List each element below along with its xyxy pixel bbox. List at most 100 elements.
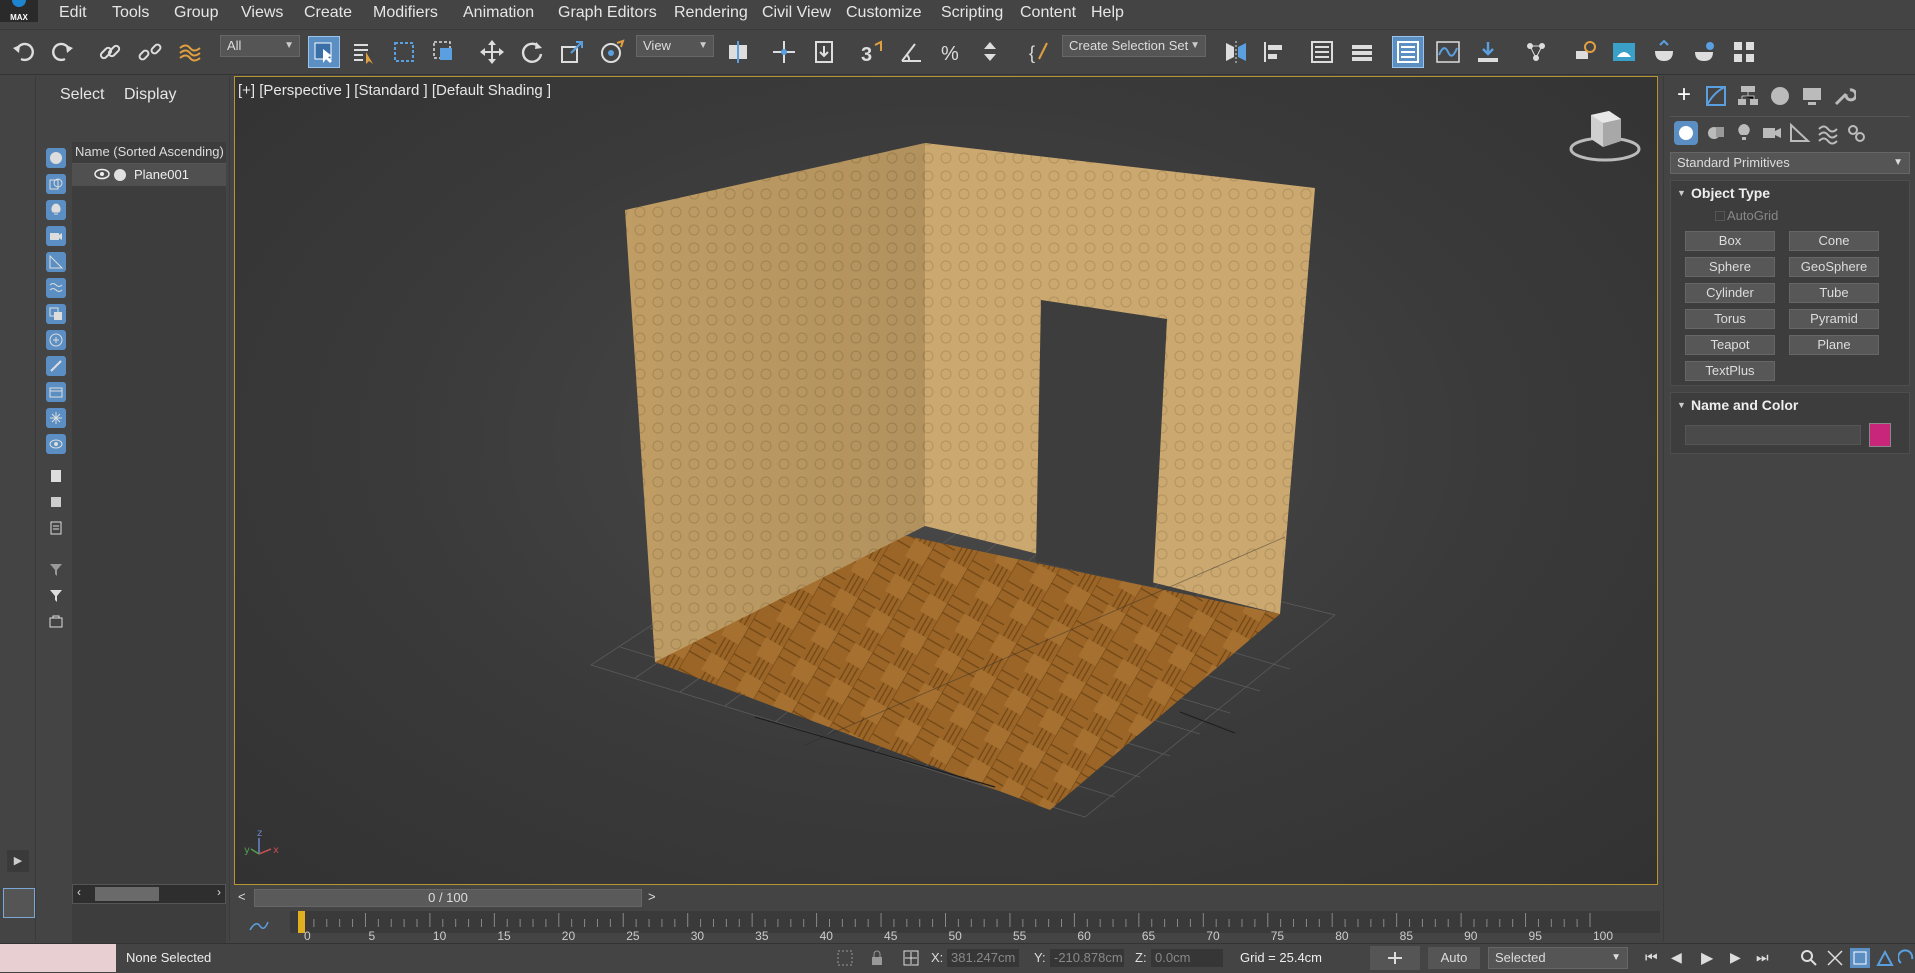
go-to-start-icon[interactable]: ⏮ — [1645, 949, 1663, 967]
angle-snap-icon[interactable] — [896, 36, 928, 68]
mini-curve-editor-icon[interactable] — [248, 918, 270, 934]
tube-button[interactable]: Tube — [1789, 283, 1879, 303]
menu-tools[interactable]: Tools — [112, 4, 149, 22]
menu-customize[interactable]: Customize — [846, 4, 922, 22]
play-icon[interactable]: ▶ — [1701, 948, 1719, 967]
display-space-warps-icon[interactable] — [46, 278, 66, 298]
scrollbar-thumb[interactable] — [95, 887, 159, 901]
time-prev-button[interactable]: < — [238, 889, 246, 904]
x-coordinate-field[interactable]: 381.247cm — [947, 949, 1019, 967]
menu-group[interactable]: Group — [174, 4, 218, 22]
display-cameras-icon[interactable] — [46, 226, 66, 246]
torus-button[interactable]: Torus — [1685, 309, 1775, 329]
display-none-icon[interactable] — [46, 492, 66, 512]
object-type-title[interactable]: Object Type — [1671, 181, 1909, 205]
scroll-right-icon[interactable]: › — [217, 885, 221, 899]
filter-selected-icon[interactable] — [46, 560, 66, 580]
auto-key-button[interactable]: Auto — [1428, 947, 1480, 969]
pivot-center-icon[interactable] — [722, 36, 754, 68]
display-tab-icon[interactable] — [1800, 84, 1824, 108]
tab-select[interactable]: Select — [60, 86, 104, 104]
viewport-label-menu[interactable]: [+] [Perspective ] [Standard ] [Default … — [238, 82, 551, 99]
menu-civil-view[interactable]: Civil View — [762, 4, 831, 22]
lights-category-icon[interactable] — [1732, 121, 1756, 145]
rectangular-selection-icon[interactable] — [388, 36, 420, 68]
menu-create[interactable]: Create — [304, 4, 352, 22]
scale-icon[interactable] — [556, 36, 588, 68]
add-time-tag-icon[interactable] — [1370, 946, 1420, 970]
hierarchy-tab-icon[interactable] — [1736, 84, 1760, 108]
online-help-icon[interactable] — [1728, 36, 1760, 68]
named-selection-icon[interactable]: { — [1024, 36, 1056, 68]
schematic-view-icon[interactable] — [1472, 36, 1504, 68]
isolate-selection-icon[interactable] — [836, 949, 854, 967]
toggle-scene-explorer-icon[interactable] — [1392, 36, 1424, 68]
app-logo[interactable]: MAX — [0, 0, 38, 22]
reference-coordinate-dropdown[interactable]: View ▼ — [636, 35, 714, 57]
previous-frame-icon[interactable]: ◀ — [1671, 949, 1689, 967]
material-editor-icon[interactable] — [1520, 36, 1552, 68]
named-selection-set-dropdown[interactable]: Create Selection Set ▼ — [1062, 35, 1206, 57]
display-all-icon[interactable] — [46, 466, 66, 486]
helpers-category-icon[interactable] — [1788, 121, 1812, 145]
cone-button[interactable]: Cone — [1789, 231, 1879, 251]
render-in-cloud-icon[interactable] — [1688, 36, 1720, 68]
plane-button[interactable]: Plane — [1789, 335, 1879, 355]
rotate-icon[interactable] — [516, 36, 548, 68]
visibility-eye-icon[interactable] — [94, 168, 110, 180]
menu-views[interactable]: Views — [241, 4, 283, 22]
utilities-tab-icon[interactable] — [1832, 84, 1858, 108]
sphere-button[interactable]: Sphere — [1685, 257, 1775, 277]
menu-rendering[interactable]: Rendering — [674, 4, 748, 22]
rendered-frame-window-icon[interactable] — [1608, 36, 1640, 68]
render-setup-icon[interactable] — [1568, 36, 1600, 68]
scroll-left-icon[interactable]: ‹ — [77, 885, 81, 899]
tab-display[interactable]: Display — [124, 86, 176, 104]
display-groups-icon[interactable] — [46, 304, 66, 324]
object-name-field[interactable] — [1685, 425, 1861, 445]
zoom-extents-icon[interactable] — [1850, 948, 1870, 968]
display-lights-icon[interactable] — [46, 200, 66, 220]
name-and-color-title[interactable]: Name and Color — [1671, 393, 1909, 417]
mirror-icon[interactable] — [1220, 36, 1252, 68]
time-next-button[interactable]: > — [648, 889, 656, 904]
display-invert-icon[interactable] — [46, 518, 66, 538]
link-icon[interactable] — [94, 36, 126, 68]
select-manipulate-icon[interactable] — [768, 36, 800, 68]
timeline-ruler[interactable]: 0 5 10 15 20 25 30 35 40 45 50 55 60 65 70 75 80 85 90 95 10… — [290, 911, 1660, 943]
bind-space-warp-icon[interactable] — [174, 36, 206, 68]
menu-modifiers[interactable]: Modifiers — [373, 4, 438, 22]
space-warps-category-icon[interactable] — [1816, 121, 1840, 145]
shapes-category-icon[interactable] — [1704, 121, 1728, 145]
expand-layouts-icon[interactable]: ▶ — [7, 850, 29, 872]
time-slider[interactable]: 0 / 100 — [254, 889, 642, 907]
cameras-category-icon[interactable] — [1760, 121, 1784, 145]
menu-edit[interactable]: Edit — [59, 4, 87, 22]
cylinder-button[interactable]: Cylinder — [1685, 283, 1775, 303]
filter-icon[interactable] — [46, 586, 66, 606]
next-frame-icon[interactable]: ▶ — [1730, 949, 1748, 967]
z-coordinate-field[interactable]: 0.0cm — [1151, 949, 1223, 967]
object-color-swatch[interactable] — [1869, 423, 1891, 447]
undo-icon[interactable] — [8, 36, 40, 68]
geometry-category-icon[interactable] — [1674, 121, 1698, 145]
display-helpers-icon[interactable] — [46, 252, 66, 272]
scene-explorer-icon[interactable] — [1306, 36, 1338, 68]
motion-tab-icon[interactable] — [1768, 84, 1792, 108]
geosphere-button[interactable]: GeoSphere — [1789, 257, 1879, 277]
move-icon[interactable] — [476, 36, 508, 68]
display-shapes-icon[interactable] — [46, 174, 66, 194]
field-of-view-icon[interactable] — [1876, 949, 1894, 967]
find-icon[interactable] — [46, 612, 66, 632]
y-coordinate-field[interactable]: -210.878cm — [1050, 949, 1124, 967]
create-tab-icon[interactable]: + — [1672, 83, 1696, 108]
list-item[interactable]: Plane001 — [72, 164, 226, 186]
menu-graph-editors[interactable]: Graph Editors — [558, 4, 657, 22]
primitive-category-dropdown[interactable]: Standard Primitives ▼ — [1670, 152, 1910, 174]
go-to-end-icon[interactable]: ⏭ — [1756, 949, 1774, 967]
key-filter-dropdown[interactable]: Selected ▼ — [1488, 947, 1628, 969]
window-crossing-icon[interactable] — [428, 36, 460, 68]
menu-animation[interactable]: Animation — [463, 4, 534, 22]
place-icon[interactable] — [596, 36, 628, 68]
box-button[interactable]: Box — [1685, 231, 1775, 251]
